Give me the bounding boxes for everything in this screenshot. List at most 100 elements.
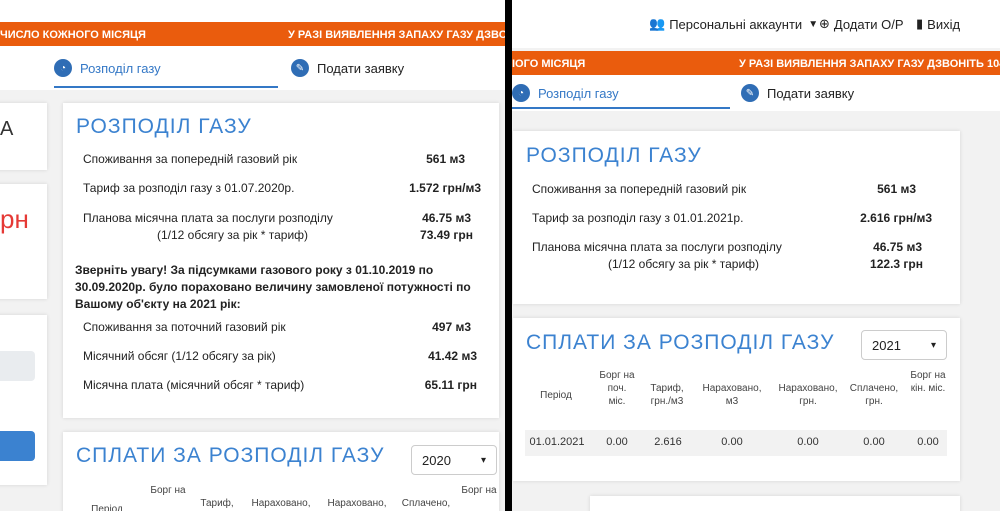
cell-debt-end: 0.00 — [917, 436, 939, 448]
personal-accounts-menu[interactable]: 👥 Персональні аккаунти ▼ — [649, 16, 818, 32]
info-banner: ІОГО МІСЯЦЯ У РАЗІ ВИЯВЛЕННЯ ЗАПАХУ ГАЗУ… — [512, 51, 1000, 75]
edit-icon: ✎ — [291, 59, 309, 77]
header-period: Період — [91, 504, 123, 511]
gas-distribution-card: РОЗПОДІЛ ГАЗУ Споживання за попередній г… — [63, 103, 499, 418]
tab-bar: ◔ Розподіл газу ✎ Подати заявку — [0, 46, 505, 90]
tab-gas-distribution[interactable]: ◔ Розподіл газу — [512, 75, 730, 111]
formula-label: (1/12 обсягу за рік * тариф) — [608, 257, 760, 271]
payments-card: СПЛАТИ ЗА РОЗПОДІЛ ГАЗУ 2020 ▾ Період Бо… — [63, 432, 499, 511]
right-screenshot-panel: 👥 Персональні аккаунти ▼ ⊕ Додати О/Р ▮ … — [512, 0, 1000, 511]
chevron-down-icon: ▾ — [480, 454, 486, 466]
balance-currency: рн — [0, 204, 29, 234]
formula-label: (1/12 обсягу за рік * тариф) — [157, 228, 309, 242]
header-charged-amount: Нараховано, грн. — [778, 383, 838, 407]
header-debt-start: Борг на — [150, 485, 186, 496]
payments-title: СПЛАТИ ЗА РОЗПОДІЛ ГАЗУ — [76, 444, 385, 467]
current-consumption-value: 497 м3 — [432, 320, 471, 334]
top-navbar: 👥 Персональні аккаунти ▼ ⊕ Додати О/Р ▮ … — [512, 0, 1000, 48]
header-debt-end: Борг на кін. міс. — [910, 370, 946, 394]
planned-volume-value: 46.75 м3 — [873, 240, 922, 254]
consumption-value: 561 м3 — [426, 152, 465, 166]
chevron-down-icon: ▾ — [930, 339, 936, 351]
tab-submit-request[interactable]: ✎ Подати заявку — [741, 75, 921, 111]
planned-fee-value: 73.49 грн — [420, 228, 473, 242]
pie-chart-icon: ◔ — [512, 84, 530, 102]
cell-period: 01.01.2021 — [529, 436, 585, 448]
cropped-button[interactable] — [0, 431, 35, 461]
header-tariff: Тариф, — [200, 498, 234, 509]
header-paid: Сплачено, — [401, 498, 451, 509]
cell-charged-amount: 0.00 — [797, 436, 819, 448]
tab-gas-distribution[interactable]: ◔ Розподіл газу — [54, 46, 278, 90]
add-account-label: Додати О/Р — [833, 16, 904, 32]
payments-card: СПЛАТИ ЗА РОЗПОДІЛ ГАЗУ 2021 ▾ Період Бо… — [513, 318, 960, 481]
header-debt-end: Борг на — [461, 485, 497, 496]
logout-link[interactable]: ▮ Вихід — [916, 16, 960, 32]
planned-volume-value: 46.75 м3 — [422, 211, 471, 225]
card-title: РОЗПОДІЛ ГАЗУ — [526, 144, 702, 167]
year-select[interactable]: 2020 ▾ — [411, 445, 497, 475]
pie-chart-icon: ◔ — [54, 59, 72, 77]
banner-left-text: ЧИСЛО КОЖНОГО МІСЯЦЯ — [0, 29, 146, 41]
payments-title: СПЛАТИ ЗА РОЗПОДІЛ ГАЗУ — [526, 331, 835, 354]
planned-fee-label: Планова місячна плата за послуги розподі… — [83, 211, 333, 225]
cell-paid: 0.00 — [863, 436, 885, 448]
left-screenshot-panel: ЧИСЛО КОЖНОГО МІСЯЦЯ У РАЗІ ВИЯВЛЕННЯ ЗА… — [0, 0, 505, 511]
current-consumption-label: Споживання за поточний газовий рік — [83, 320, 286, 334]
cell-tariff: 2.616 — [654, 436, 682, 448]
tab-label: Подати заявку — [767, 85, 855, 101]
tab-label: Розподіл газу — [80, 60, 161, 76]
tariff-value: 2.616 грн/м3 — [860, 211, 932, 225]
cropped-input[interactable] — [0, 351, 35, 381]
year-select[interactable]: 2021 ▾ — [861, 330, 947, 360]
consumption-label: Споживання за попередній газовий рік — [83, 152, 298, 166]
add-account-link[interactable]: ⊕ Додати О/Р — [819, 16, 904, 32]
tariff-label: Тариф за розподіл газу з 01.07.2020р. — [83, 181, 295, 195]
banner-gas-hotline-text: У РАЗІ ВИЯВЛЕННЯ ЗАПАХУ ГАЗУ ДЗВОНІТЬ 10… — [739, 58, 1000, 70]
tariff-value: 1.572 грн/м3 — [409, 181, 481, 195]
monthly-volume-value: 41.42 м3 — [428, 349, 477, 363]
monthly-volume-label: Місячний обсяг (1/12 обсягу за рік) — [83, 349, 276, 363]
account-card-cropped: А — [0, 103, 47, 170]
header-charged-volume: Нараховано, — [251, 498, 311, 509]
monthly-fee-label: Місячна плата (місячний обсяг * тариф) — [83, 378, 305, 392]
header-charged-volume: Нараховано, м3 — [702, 383, 762, 407]
next-card-cropped — [590, 496, 960, 511]
header-charged-amount: Нараховано, — [327, 498, 387, 509]
card-title: РОЗПОДІЛ ГАЗУ — [76, 115, 252, 138]
screenshot-divider — [505, 0, 512, 511]
monthly-fee-value: 65.11 грн — [424, 378, 477, 392]
edit-icon: ✎ — [741, 84, 759, 102]
add-account-icon: ⊕ — [819, 16, 830, 31]
tab-bar: ◔ Розподіл газу ✎ Подати заявку — [512, 75, 1000, 111]
header-debt-start: Борг на поч. міс. — [599, 370, 635, 407]
info-banner: ЧИСЛО КОЖНОГО МІСЯЦЯ У РАЗІ ВИЯВЛЕННЯ ЗА… — [0, 22, 505, 46]
consumption-value: 561 м3 — [877, 182, 916, 196]
tab-label: Розподіл газу — [538, 85, 619, 101]
banner-gas-hotline-text: У РАЗІ ВИЯВЛЕННЯ ЗАПАХУ ГАЗУ ДЗВОНІТЬ 10… — [288, 29, 505, 41]
table-row: 01.01.2021 0.00 2.616 0.00 0.00 0.00 0.0… — [525, 430, 947, 456]
cell-charged-volume: 0.00 — [721, 436, 743, 448]
logout-label: Вихід — [927, 16, 961, 32]
header-tariff: Тариф, грн./м3 — [650, 383, 684, 407]
logout-icon: ▮ — [916, 16, 924, 31]
planned-fee-value: 122.3 грн — [870, 257, 923, 271]
year-select-value: 2021 — [872, 337, 901, 353]
tab-submit-request[interactable]: ✎ Подати заявку — [291, 46, 471, 90]
header-paid: Сплачено, грн. — [849, 383, 899, 407]
cell-debt-start: 0.00 — [606, 436, 628, 448]
planned-fee-label: Планова місячна плата за послуги розподі… — [532, 240, 782, 254]
consumption-label: Споживання за попередній газовий рік — [532, 182, 747, 196]
personal-accounts-label: Персональні аккаунти — [669, 16, 803, 32]
tab-label: Подати заявку — [317, 60, 405, 76]
users-icon: 👥 — [649, 16, 666, 31]
form-card-cropped — [0, 315, 47, 485]
balance-card-cropped: рн — [0, 184, 47, 299]
tariff-label: Тариф за розподіл газу з 01.01.2021р. — [532, 211, 744, 225]
year-select-value: 2020 — [422, 452, 451, 468]
gas-distribution-card: РОЗПОДІЛ ГАЗУ Споживання за попередній г… — [513, 131, 960, 304]
header-period: Період — [540, 390, 572, 401]
top-strip — [0, 0, 505, 22]
caret-down-icon: ▼ — [808, 18, 819, 30]
banner-left-text: ІОГО МІСЯЦЯ — [512, 58, 586, 70]
